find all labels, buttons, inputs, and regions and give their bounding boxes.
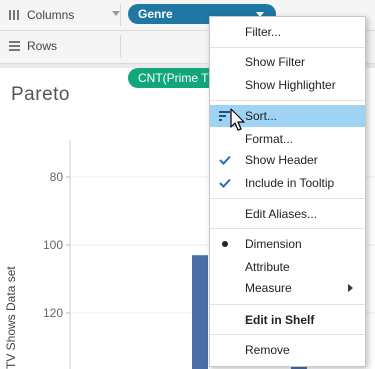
- menu-item-attribute[interactable]: Attribute: [210, 256, 365, 278]
- context-menu: Filter... Show Filter Show Highlighter Sort…: [209, 16, 366, 367]
- menu-item-include-in-tooltip[interactable]: Include in Tooltip: [210, 172, 365, 194]
- menu-item-label: Show Filter: [245, 55, 306, 69]
- chart-title: Pareto: [11, 84, 70, 105]
- menu-item-label: Measure: [245, 281, 292, 295]
- menu-item-show-highlighter[interactable]: Show Highlighter: [210, 74, 365, 96]
- menu-item-label: Include in Tooltip: [245, 176, 335, 190]
- rows-label: Rows: [27, 39, 58, 53]
- submenu-arrow-icon: [348, 284, 353, 292]
- bar[interactable]: [192, 255, 208, 369]
- cnt-pill[interactable]: CNT(Prime TV: [128, 68, 218, 88]
- columns-icon: [9, 10, 19, 20]
- menu-item-label: Attribute: [245, 260, 290, 274]
- menu-separator: [210, 47, 365, 48]
- menu-item-label: Show Highlighter: [245, 78, 336, 92]
- menu-item-remove[interactable]: Remove: [210, 339, 365, 361]
- menu-separator: [210, 304, 365, 305]
- columns-shelf-menu-icon[interactable]: [112, 11, 120, 16]
- menu-item-filter[interactable]: Filter...: [210, 21, 365, 43]
- shelf-divider: [120, 4, 121, 26]
- y-tick-label: 80: [50, 170, 64, 184]
- menu-separator: [210, 198, 365, 199]
- menu-item-measure[interactable]: Measure: [210, 277, 365, 299]
- y-tick-label: 100: [43, 238, 63, 252]
- menu-item-edit-aliases[interactable]: Edit Aliases...: [210, 203, 365, 225]
- menu-item-label: Remove: [245, 343, 290, 357]
- menu-item-show-filter[interactable]: Show Filter: [210, 51, 365, 73]
- y-axis-title: TV Shows Data set: [4, 266, 18, 369]
- menu-item-show-header[interactable]: Show Header: [210, 149, 365, 171]
- bullet-icon: [222, 241, 228, 247]
- menu-item-label: Filter...: [245, 25, 282, 39]
- rows-icon: [9, 41, 20, 51]
- mouse-cursor-icon: [230, 108, 245, 131]
- menu-item-label: Show Header: [245, 153, 318, 167]
- menu-item-edit-in-shelf[interactable]: Edit in Shelf: [210, 309, 365, 331]
- menu-item-label: Dimension: [245, 237, 302, 251]
- columns-label: Columns: [27, 8, 75, 22]
- shelf-divider: [120, 35, 121, 57]
- menu-item-dimension[interactable]: Dimension: [210, 233, 365, 255]
- menu-separator: [210, 100, 365, 101]
- menu-separator: [210, 228, 365, 229]
- genre-pill-label: Genre: [138, 7, 173, 21]
- menu-item-label: Sort...: [245, 109, 278, 123]
- y-tick-label: 120: [43, 306, 63, 320]
- menu-item-label: Edit in Shelf: [245, 313, 315, 327]
- check-icon: [219, 178, 231, 188]
- menu-separator: [210, 334, 365, 335]
- menu-item-label: Edit Aliases...: [245, 207, 318, 221]
- menu-item-label: Format...: [245, 132, 294, 146]
- cnt-pill-label: CNT(Prime TV: [138, 71, 217, 85]
- check-icon: [219, 155, 231, 165]
